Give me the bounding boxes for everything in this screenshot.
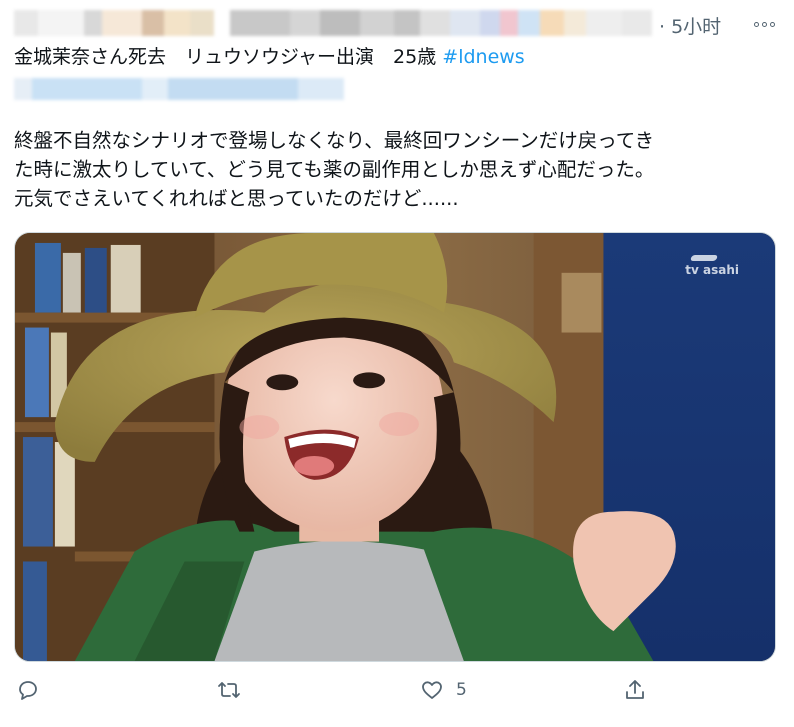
like-button[interactable]: 5 — [420, 678, 467, 702]
share-button[interactable] — [623, 678, 647, 702]
hashtag-link[interactable]: #ldnews — [442, 46, 524, 68]
reply-button[interactable] — [16, 678, 40, 702]
watermark-text: tv asahi — [685, 263, 739, 277]
body-line: た時に激太りしていて、どう見ても薬の副作用としか思えず心配だった。 — [14, 158, 655, 181]
body-line: 元気でさえいてくれればと思っていたのだけど...... — [14, 187, 459, 210]
reply-icon — [19, 681, 37, 700]
heart-icon — [422, 681, 442, 699]
tweet-body: 終盤不自然なシナリオで登場しなくなり、最終回ワンシーンだけ戻ってき た時に激太り… — [14, 126, 784, 213]
retweet-button[interactable] — [217, 678, 241, 702]
blurred-link[interactable] — [14, 78, 344, 100]
blurred-user-name[interactable] — [14, 10, 654, 36]
watermark-logo-icon — [690, 255, 719, 261]
share-icon — [626, 680, 644, 699]
tweet-header: · 5小时 — [14, 4, 784, 40]
timestamp[interactable]: · 5小时 — [659, 12, 721, 39]
headline-line: 金城茉奈さん死去 リュウソウジャー出演 25歳 #ldnews — [14, 44, 525, 70]
headline-text: 金城茉奈さん死去 リュウソウジャー出演 25歳 — [14, 46, 443, 68]
more-options-icon[interactable] — [750, 12, 778, 36]
action-bar: 5 — [14, 672, 784, 712]
tweet-card[interactable]: · 5小时 金城茉奈さん死去 リュウソウジャー出演 25歳 #ldnews 終盤… — [0, 0, 794, 727]
tv-watermark: tv asahi — [685, 255, 739, 277]
body-line: 終盤不自然なシナリオで登場しなくなり、最終回ワンシーンだけ戻ってき — [14, 129, 655, 152]
retweet-icon — [218, 682, 240, 698]
tweet-photo[interactable]: tv asahi — [14, 232, 776, 662]
photo-illustration — [15, 233, 775, 661]
like-count: 5 — [456, 680, 467, 700]
